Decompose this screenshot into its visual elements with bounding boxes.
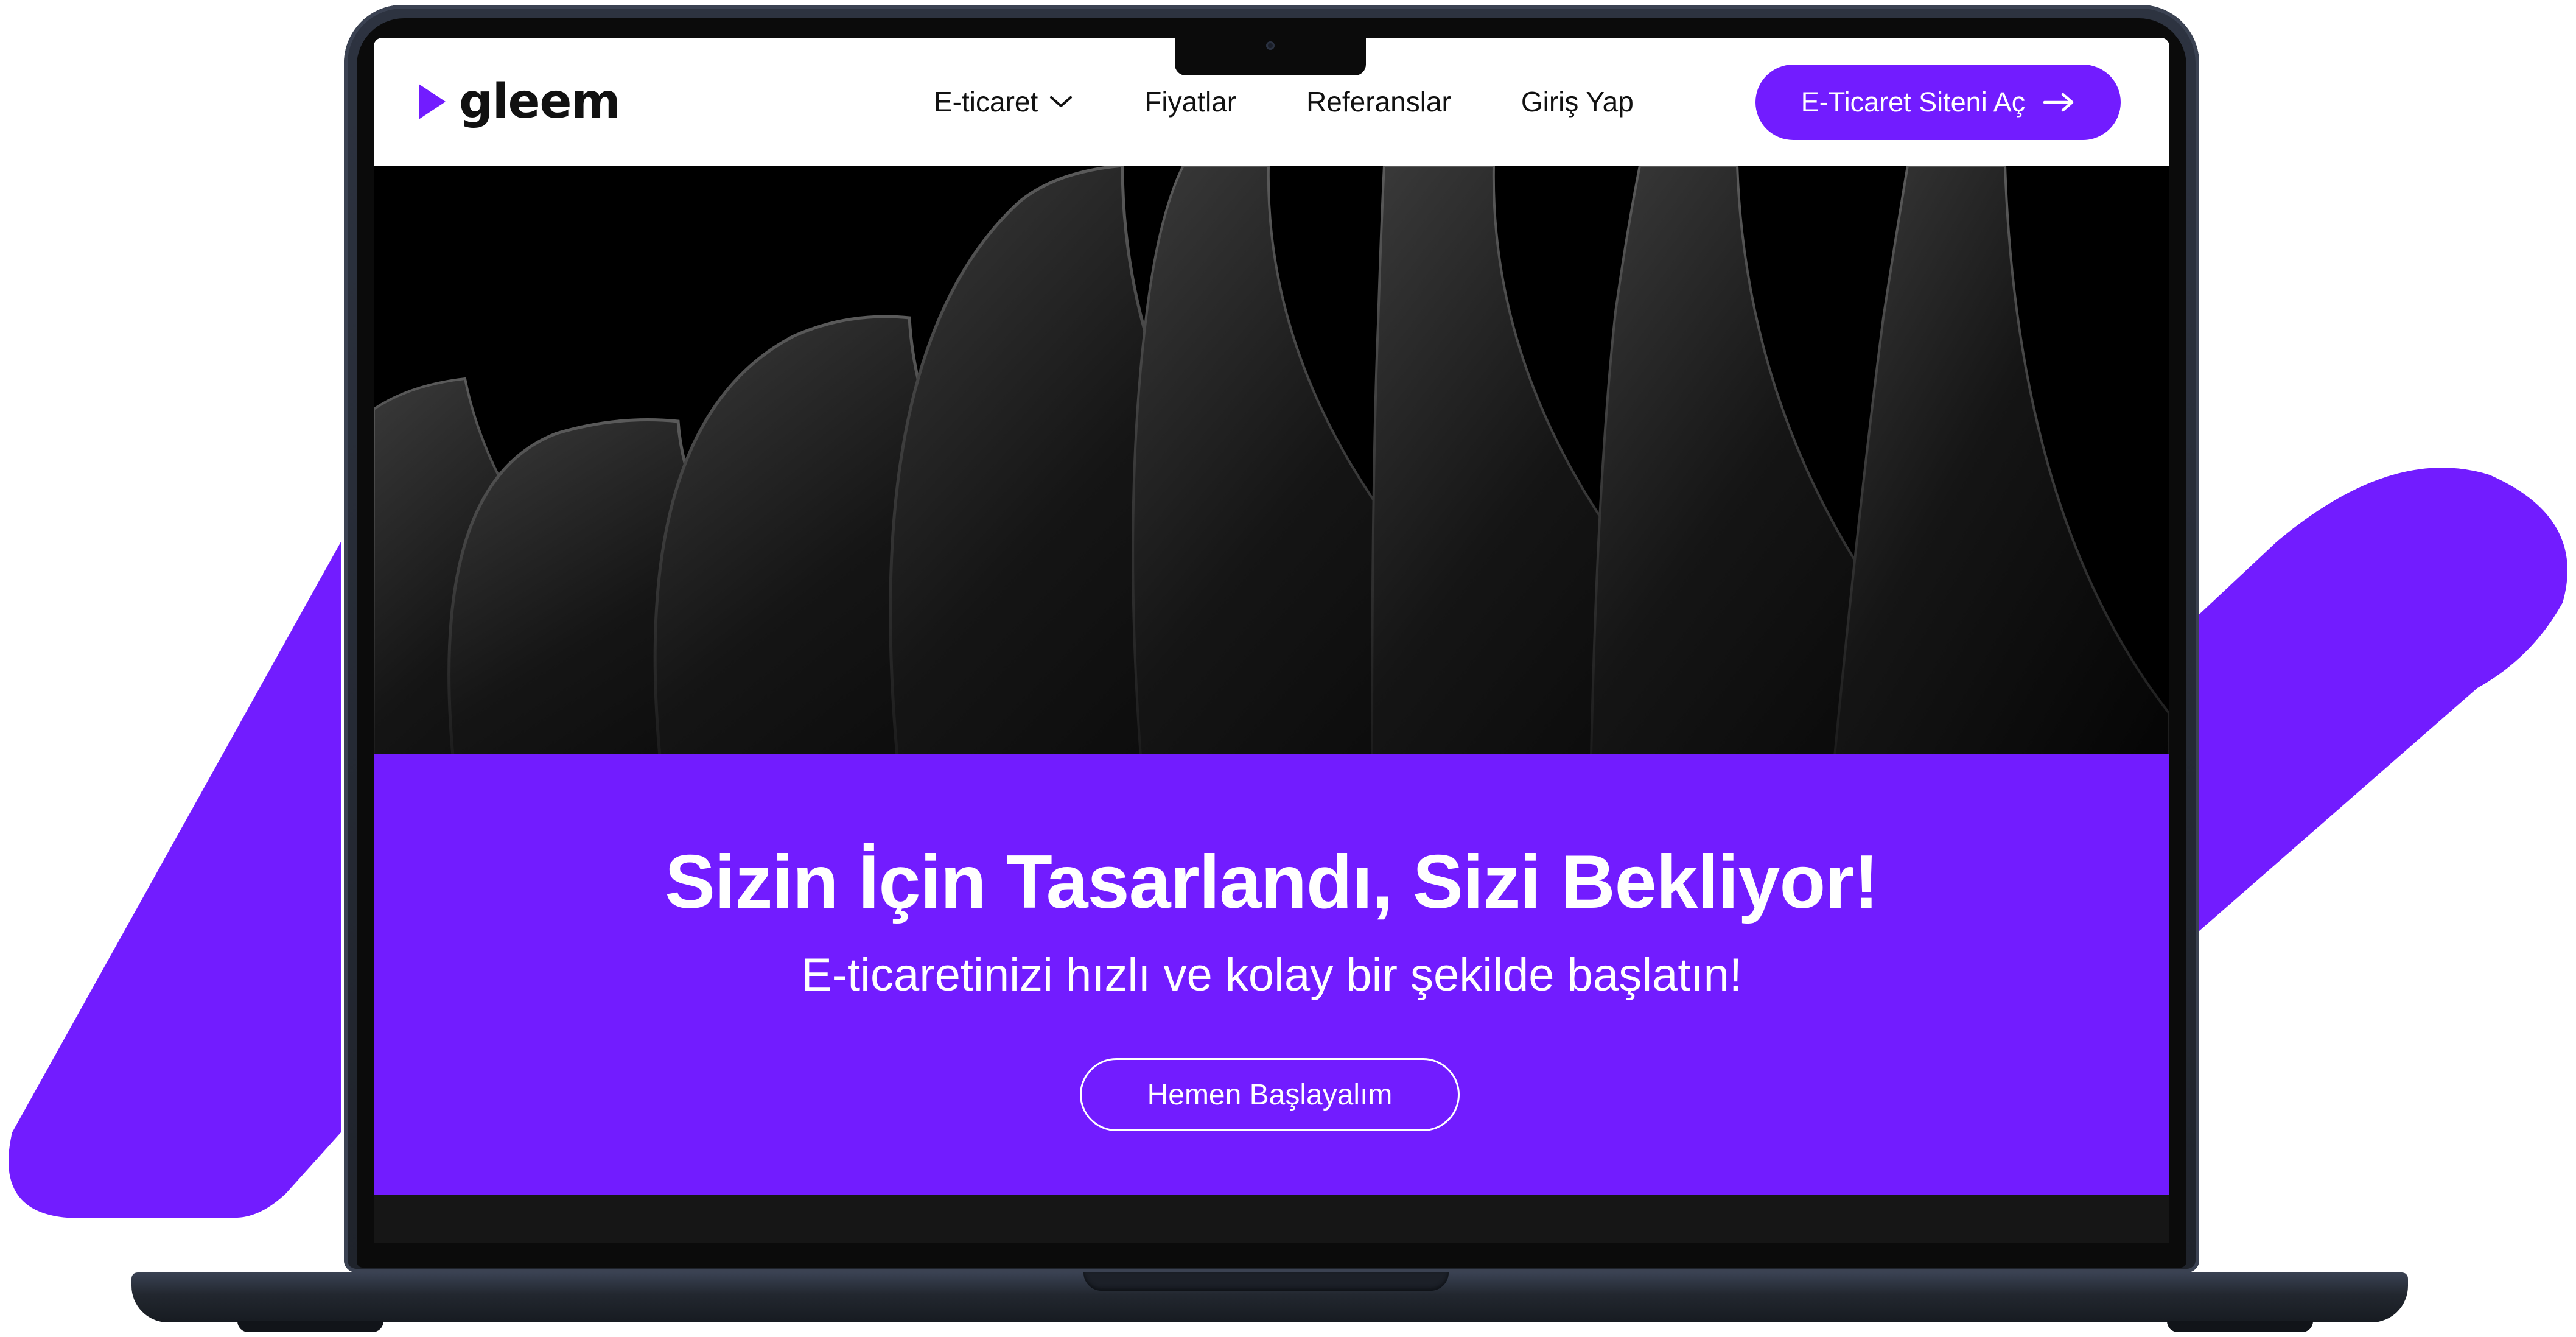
brand-logo[interactable]: gleem <box>416 71 621 132</box>
open-store-button-label: E-Ticaret Siteni Aç <box>1801 86 2026 118</box>
nav-item-giris-yap[interactable]: Giriş Yap <box>1521 85 1634 118</box>
chevron-down-icon <box>1050 96 1073 107</box>
nav-item-referanslar[interactable]: Referanslar <box>1306 85 1451 118</box>
hero-headline: Sizin İçin Tasarlandı, Sizi Bekliyor! <box>665 840 1879 924</box>
screen-bottom-bezel <box>374 1195 2169 1243</box>
arrow-right-icon <box>2043 93 2074 112</box>
nav-item-fiyatlar[interactable]: Fiyatlar <box>1144 85 1236 118</box>
get-started-button[interactable]: Hemen Başlayalım <box>1080 1058 1460 1131</box>
left-purple-stroke <box>9 542 341 1218</box>
right-purple-stroke <box>2199 468 2567 932</box>
laptop-screen: gleem E-ticaret Fiyatlar Referanslar Gir… <box>374 38 2169 1195</box>
nav-item-label: Referanslar <box>1306 86 1451 118</box>
laptop-foot-right <box>2167 1321 2313 1332</box>
laptop-base-opening-notch <box>1083 1272 1449 1291</box>
play-triangle-icon <box>419 84 446 119</box>
device-mockup-scene: gleem E-ticaret Fiyatlar Referanslar Gir… <box>0 0 2576 1337</box>
nav-item-e-ticaret[interactable]: E-ticaret <box>934 85 1074 118</box>
hero-wave-artwork <box>374 166 2169 756</box>
hero-panel: Sizin İçin Tasarlandı, Sizi Bekliyor! E-… <box>374 754 2169 1195</box>
camera-icon <box>1266 41 1275 50</box>
open-store-button[interactable]: E-Ticaret Siteni Aç <box>1755 65 2121 140</box>
nav-item-label: Fiyatlar <box>1144 86 1237 118</box>
laptop-foot-left <box>237 1321 383 1332</box>
brand-name: gleem <box>459 74 621 129</box>
hero-subline: E-ticaretinizi hızlı ve kolay bir şekild… <box>801 949 1742 1001</box>
nav-item-label: E-ticaret <box>934 86 1038 118</box>
nav-item-label: Giriş Yap <box>1521 86 1634 118</box>
